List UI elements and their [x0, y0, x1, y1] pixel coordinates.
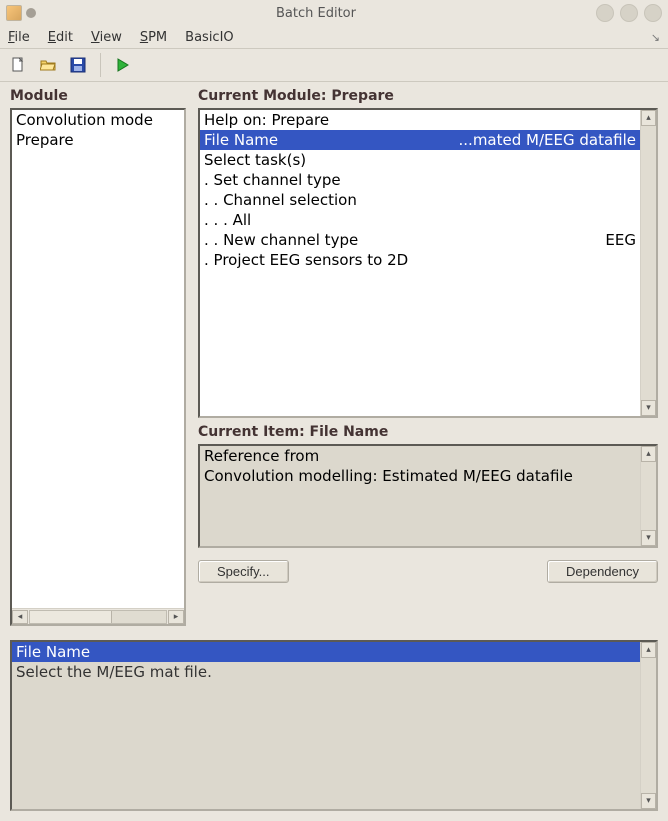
row-left-text: . . New channel type	[204, 231, 358, 249]
module-listbox[interactable]: Convolution modePrepare ◂ ▸	[10, 108, 186, 626]
current-module-vscroll[interactable]: ▴ ▾	[640, 110, 656, 416]
run-button[interactable]	[111, 53, 135, 77]
current-module-row[interactable]: File Name ...mated M/EEG datafile	[200, 130, 640, 150]
current-module-row[interactable]: . Project EEG sensors to 2D	[200, 250, 640, 270]
vscroll-down-arrow[interactable]: ▾	[641, 400, 656, 416]
vscroll-down-arrow[interactable]: ▾	[641, 793, 656, 809]
main-content: Module Convolution modePrepare ◂ ▸ Curre…	[0, 82, 668, 821]
save-floppy-icon	[70, 57, 86, 73]
current-item-row[interactable]: Reference from	[200, 446, 640, 466]
menu-edit[interactable]: Edit	[48, 30, 73, 45]
current-item-vscroll[interactable]: ▴ ▾	[640, 446, 656, 546]
current-module-row[interactable]: Select task(s)	[200, 150, 640, 170]
run-play-icon	[115, 57, 131, 73]
menu-basicio[interactable]: BasicIO	[185, 30, 233, 45]
minimize-button[interactable]	[596, 4, 614, 22]
module-list-hscroll[interactable]: ◂ ▸	[12, 608, 184, 624]
vscroll-up-arrow[interactable]: ▴	[641, 642, 656, 658]
module-list-label: Module	[10, 88, 186, 106]
row-right-text: EEG	[605, 230, 636, 250]
row-left-text: Help on: Prepare	[204, 111, 329, 129]
module-list-item[interactable]: Convolution mode	[12, 110, 184, 130]
window-title: Batch Editor	[36, 6, 596, 21]
menu-view[interactable]: View	[91, 30, 122, 45]
vscroll-up-arrow[interactable]: ▴	[641, 446, 656, 462]
current-module-row[interactable]: . . New channel type EEG	[200, 230, 640, 250]
new-button[interactable]	[6, 53, 30, 77]
new-doc-icon	[10, 57, 26, 73]
help-box: File Name Select the M/EEG mat file. ▴ ▾	[10, 640, 658, 811]
close-button[interactable]	[644, 4, 662, 22]
current-module-row[interactable]: . . . All	[200, 210, 640, 230]
save-button[interactable]	[66, 53, 90, 77]
toolbar	[0, 48, 668, 82]
dependency-button[interactable]: Dependency	[547, 560, 658, 583]
help-body: Select the M/EEG mat file.	[12, 662, 656, 682]
titlebar-dot	[26, 8, 36, 18]
current-item-row[interactable]: Convolution modelling: Estimated M/EEG d…	[200, 466, 640, 486]
current-module-listbox[interactable]: Help on: Prepare File Name ...mated M/EEG …	[198, 108, 658, 418]
menu-file[interactable]: File	[8, 30, 30, 45]
open-button[interactable]	[36, 53, 60, 77]
row-left-text: Select task(s)	[204, 151, 306, 169]
row-left-text: . . Channel selection	[204, 191, 357, 209]
menu-spm[interactable]: SPM	[140, 30, 167, 45]
current-module-row[interactable]: Help on: Prepare	[200, 110, 640, 130]
current-module-row[interactable]: . Set channel type	[200, 170, 640, 190]
row-left-text: . Set channel type	[204, 171, 341, 189]
current-item-box[interactable]: Reference fromConvolution modelling: Est…	[198, 444, 658, 548]
help-title: File Name	[12, 642, 656, 662]
maximize-button[interactable]	[620, 4, 638, 22]
app-logo	[6, 5, 22, 21]
menubar-overflow-icon[interactable]: ↘	[651, 31, 660, 44]
vscroll-down-arrow[interactable]: ▾	[641, 530, 656, 546]
vscroll-up-arrow[interactable]: ▴	[641, 110, 656, 126]
window-controls	[596, 4, 662, 22]
module-list-item[interactable]: Prepare	[12, 130, 184, 150]
row-left-text: File Name	[204, 131, 278, 149]
current-module-label: Current Module: Prepare	[198, 88, 658, 106]
row-left-text: . . . All	[204, 211, 251, 229]
row-left-text: . Project EEG sensors to 2D	[204, 251, 408, 269]
open-folder-icon	[40, 57, 56, 73]
hscroll-left-arrow[interactable]: ◂	[12, 610, 28, 624]
current-module-row[interactable]: . . Channel selection	[200, 190, 640, 210]
current-item-label: Current Item: File Name	[198, 424, 658, 442]
specify-button[interactable]: Specify...	[198, 560, 289, 583]
row-right-text: ...mated M/EEG datafile	[459, 130, 636, 150]
window-titlebar: Batch Editor	[0, 0, 668, 26]
toolbar-divider	[100, 53, 101, 77]
help-vscroll[interactable]: ▴ ▾	[640, 642, 656, 809]
menubar: File Edit View SPM BasicIO ↘	[0, 26, 668, 48]
hscroll-right-arrow[interactable]: ▸	[168, 610, 184, 624]
